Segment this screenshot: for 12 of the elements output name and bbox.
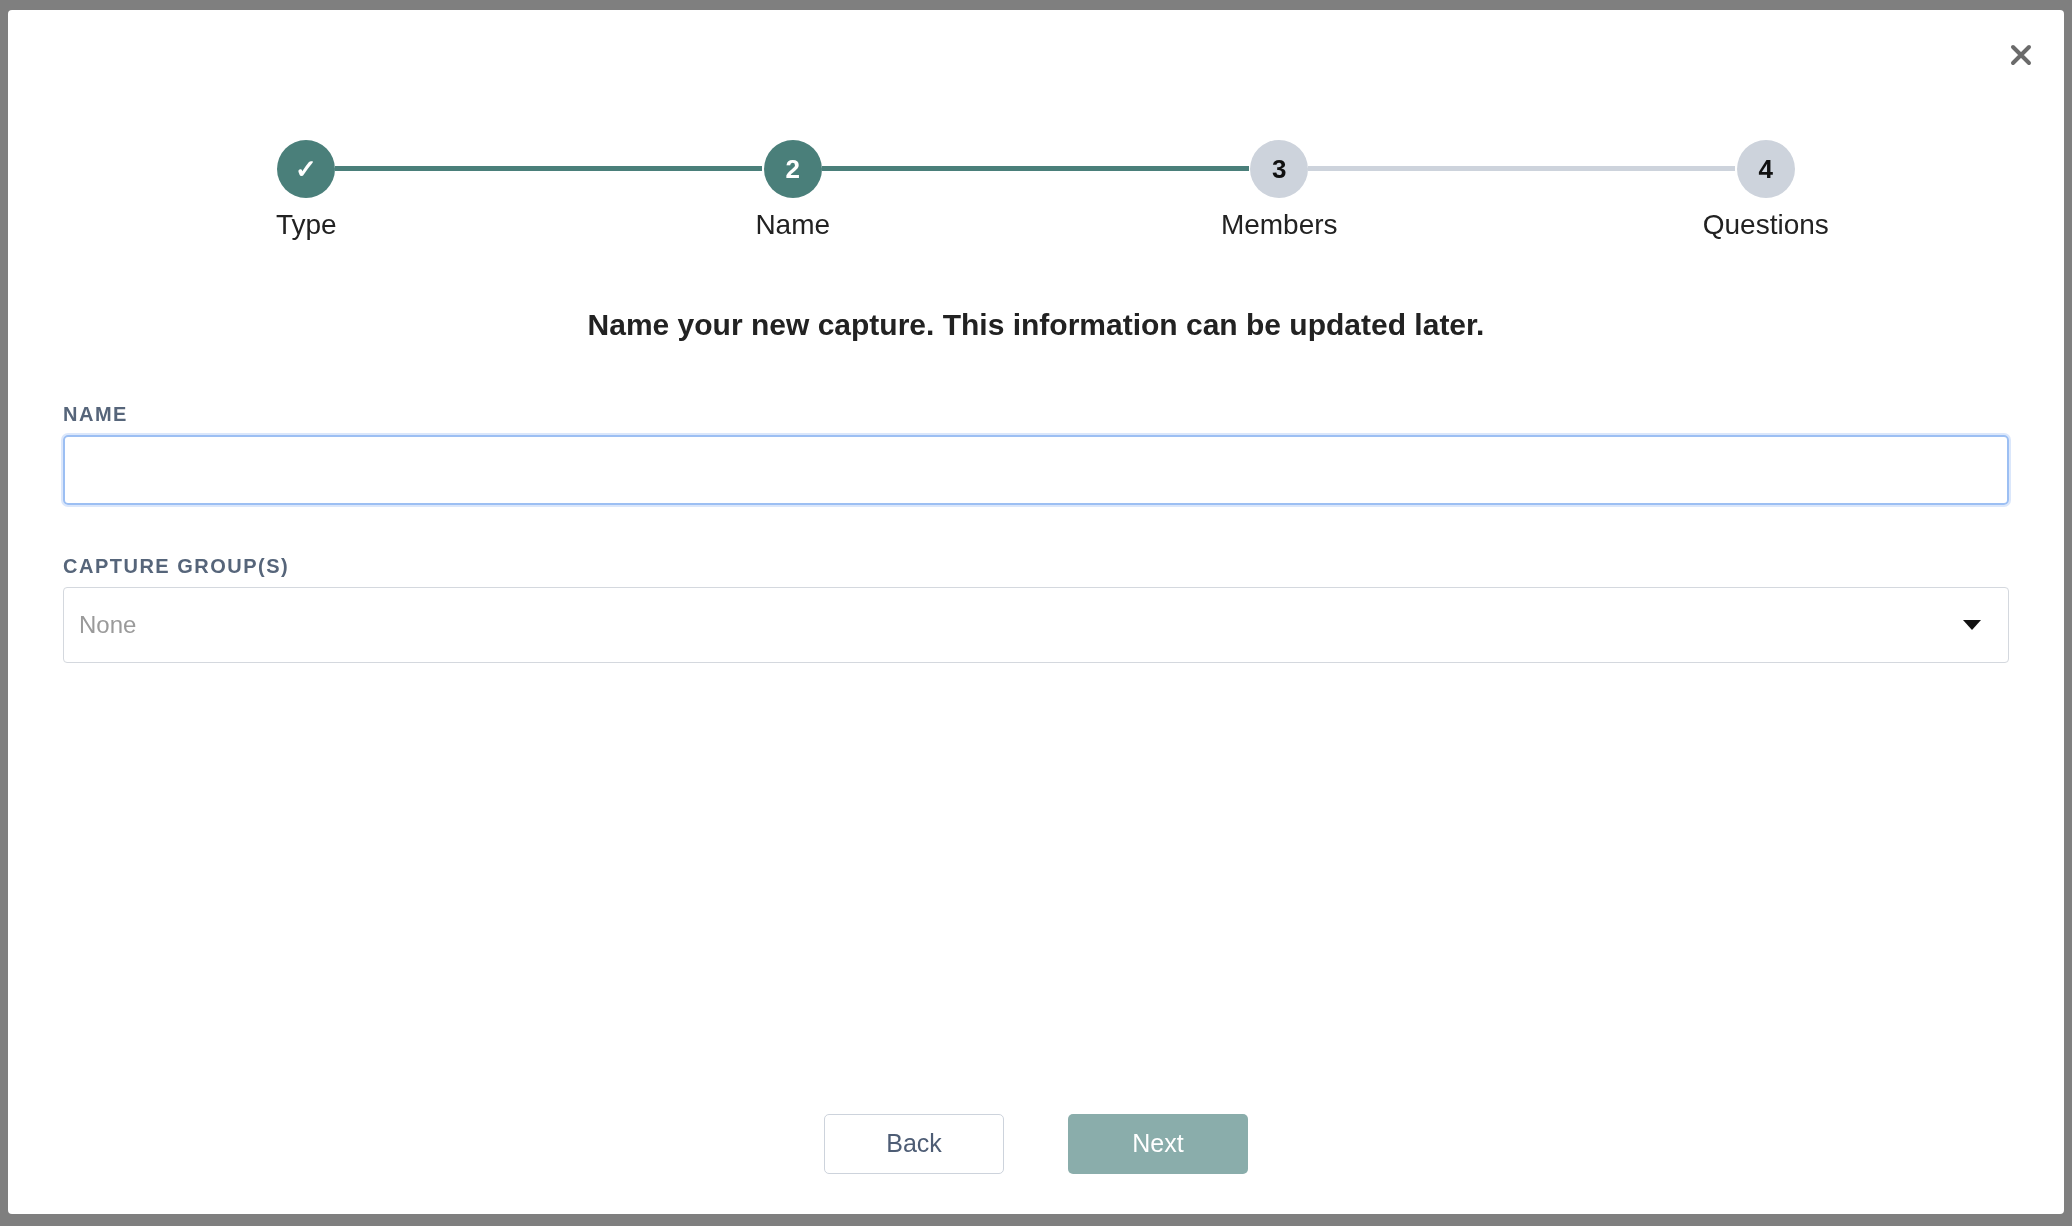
step-label: Name	[755, 208, 831, 242]
field-label: NAME	[63, 402, 129, 427]
select-field[interactable]: None	[63, 587, 2009, 663]
step-label: Type	[275, 208, 337, 242]
caret-icon	[1963, 620, 1981, 630]
step-label: Questions	[1702, 208, 1829, 242]
step-label: Members	[1220, 208, 1338, 242]
heading: Name your new capture. This information can be updated later.	[586, 307, 1486, 343]
close-icon[interactable]	[2008, 42, 2034, 68]
back-button[interactable]: Back	[824, 1114, 1004, 1174]
field-label: CAPTURE GROUP(S)	[63, 554, 291, 579]
input-field[interactable]	[63, 435, 2009, 505]
